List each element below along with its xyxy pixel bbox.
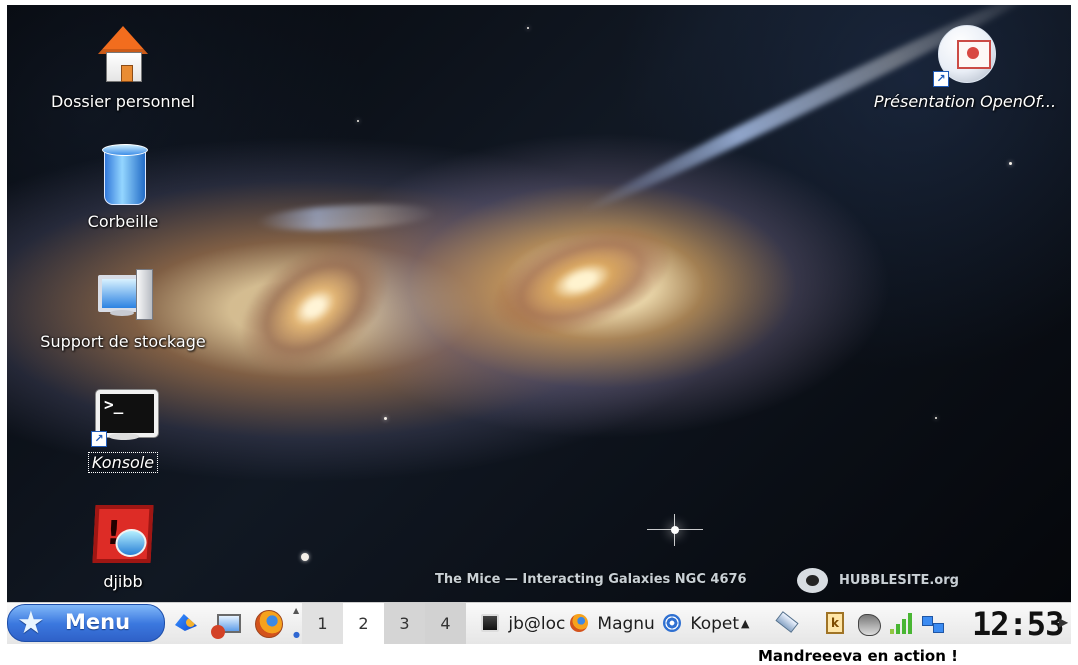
galaxy-core — [478, 206, 685, 356]
djibb-app-icon — [91, 503, 155, 567]
computer-base-shape — [110, 310, 134, 316]
menu-star-icon: ★ — [17, 605, 45, 641]
storage-computer-icon — [91, 263, 155, 327]
screenshot-caption: Mandreeeva en action ! — [758, 647, 958, 665]
drawing-launcher-button[interactable] — [172, 609, 202, 639]
task-label: jb@loc — [508, 614, 566, 634]
kopete-task-icon — [663, 614, 681, 632]
trash-icon — [91, 143, 155, 207]
terminal-task-icon — [481, 614, 499, 632]
house-door — [121, 65, 133, 82]
desktop-icon-djibb[interactable]: djibb — [28, 503, 218, 601]
window-launcher-button[interactable] — [211, 609, 243, 639]
tray-expand-arrow-icon[interactable]: ▶ — [1059, 615, 1068, 629]
task-overflow-arrow-icon[interactable]: ▲ — [741, 611, 749, 637]
task-label: Kopet — [690, 614, 740, 634]
drawing-launcher-icon — [175, 614, 197, 631]
desktop-icon-corbeille[interactable]: Corbeille — [28, 143, 218, 241]
signal-bars — [890, 612, 912, 634]
klipper-box-shape: k — [826, 612, 844, 634]
taskbar-task-firefox[interactable]: Magnu — [570, 611, 660, 637]
signal-bar — [896, 624, 900, 634]
home-folder-icon — [91, 23, 155, 87]
fish-shape — [858, 614, 881, 636]
pager-desktop-2-active[interactable]: 2 — [343, 603, 384, 644]
taskbar-task-terminal[interactable]: jb@loc — [481, 611, 567, 637]
desktop-icon-label: Présentation OpenOf... — [873, 92, 1057, 111]
fish-icon[interactable] — [856, 611, 881, 636]
hubble-eye-icon — [797, 568, 828, 593]
menu-label: Menu — [65, 610, 131, 634]
signal-bar — [902, 619, 906, 634]
star — [301, 553, 309, 561]
desktop-icon-label: Dossier personnel — [50, 92, 195, 111]
chevron-up-icon[interactable]: ▲ — [293, 605, 299, 617]
star — [527, 27, 529, 29]
usb-stick-shape — [775, 611, 799, 633]
task-label: Magnu — [597, 614, 655, 634]
house-roof — [98, 26, 148, 54]
taskbar-task-kopete[interactable]: Kopet — [663, 611, 751, 637]
star — [935, 417, 937, 419]
usb-device-icon[interactable] — [773, 611, 799, 635]
network-shape — [922, 614, 944, 634]
menu-button[interactable]: ★ Menu — [7, 604, 165, 642]
pager-desktop-4[interactable]: 4 — [425, 603, 466, 644]
desktop-icon-dossier-personnel[interactable]: Dossier personnel — [28, 23, 218, 121]
desktop-icon-konsole[interactable]: ↗ Konsole — [28, 383, 218, 481]
desktop-icon-support-de-stockage[interactable]: Support de stockage — [28, 263, 218, 361]
terminal-screen-shape — [96, 390, 158, 437]
galaxy-tail — [256, 200, 438, 234]
desktop-icon-label: Support de stockage — [40, 332, 206, 351]
chevron-down-icon[interactable]: ● — [293, 629, 300, 641]
firefox-icon — [255, 610, 283, 638]
star — [1009, 162, 1012, 165]
firefox-launcher-button[interactable] — [253, 609, 283, 639]
pager-scroll-buttons[interactable]: ▲ ● — [292, 605, 302, 640]
presentation-icon: ↗ — [933, 23, 997, 87]
computer-tower-shape — [136, 269, 153, 320]
djibb-logo-shape — [92, 505, 154, 563]
shortcut-arrow-icon: ↗ — [933, 71, 949, 87]
hubblesite-logo-text: HUBBLESITE.org — [839, 573, 959, 588]
galaxy-core — [216, 216, 413, 399]
wallpaper-credit: The Mice — Interacting Galaxies NGC 4676 — [435, 572, 747, 587]
terminal-icon: ↗ — [91, 383, 158, 447]
terminal-stand-shape — [109, 433, 139, 440]
firefox-task-icon — [570, 614, 588, 632]
pager-desktop-1[interactable]: 1 — [302, 603, 343, 644]
taskbar: ★ Menu ▲ ● 1 2 3 4 jb@loc Magnu Kopet ▲ … — [7, 602, 1071, 644]
clock[interactable]: 12:53 — [972, 606, 1064, 642]
signal-strength-icon[interactable] — [887, 611, 912, 635]
hubblesite-logo: HUBBLESITE.org — [797, 568, 987, 594]
desktop-icon-presentation-openoffice[interactable]: ↗ Présentation OpenOf... — [865, 23, 1065, 121]
network-icon[interactable] — [920, 611, 944, 635]
desktop-icon-label: Konsole — [87, 452, 159, 473]
desktop-icon-label: djibb — [103, 572, 143, 591]
pager-desktop-3[interactable]: 3 — [384, 603, 425, 644]
shortcut-arrow-icon: ↗ — [91, 431, 107, 447]
klipper-icon[interactable]: k — [823, 611, 847, 635]
signal-bar — [908, 613, 912, 634]
star — [384, 417, 387, 420]
signal-bar — [890, 629, 894, 634]
desktop-area[interactable]: Dossier personnel Corbeille Support de s… — [7, 5, 1071, 602]
desktop-icon-label: Corbeille — [87, 212, 159, 231]
screenshot-page: Dossier personnel Corbeille Support de s… — [0, 0, 1078, 665]
window-launcher-icon — [211, 614, 241, 639]
star — [357, 120, 359, 122]
bright-star — [647, 514, 703, 546]
trash-can-shape — [102, 144, 148, 205]
house-body — [106, 52, 142, 82]
